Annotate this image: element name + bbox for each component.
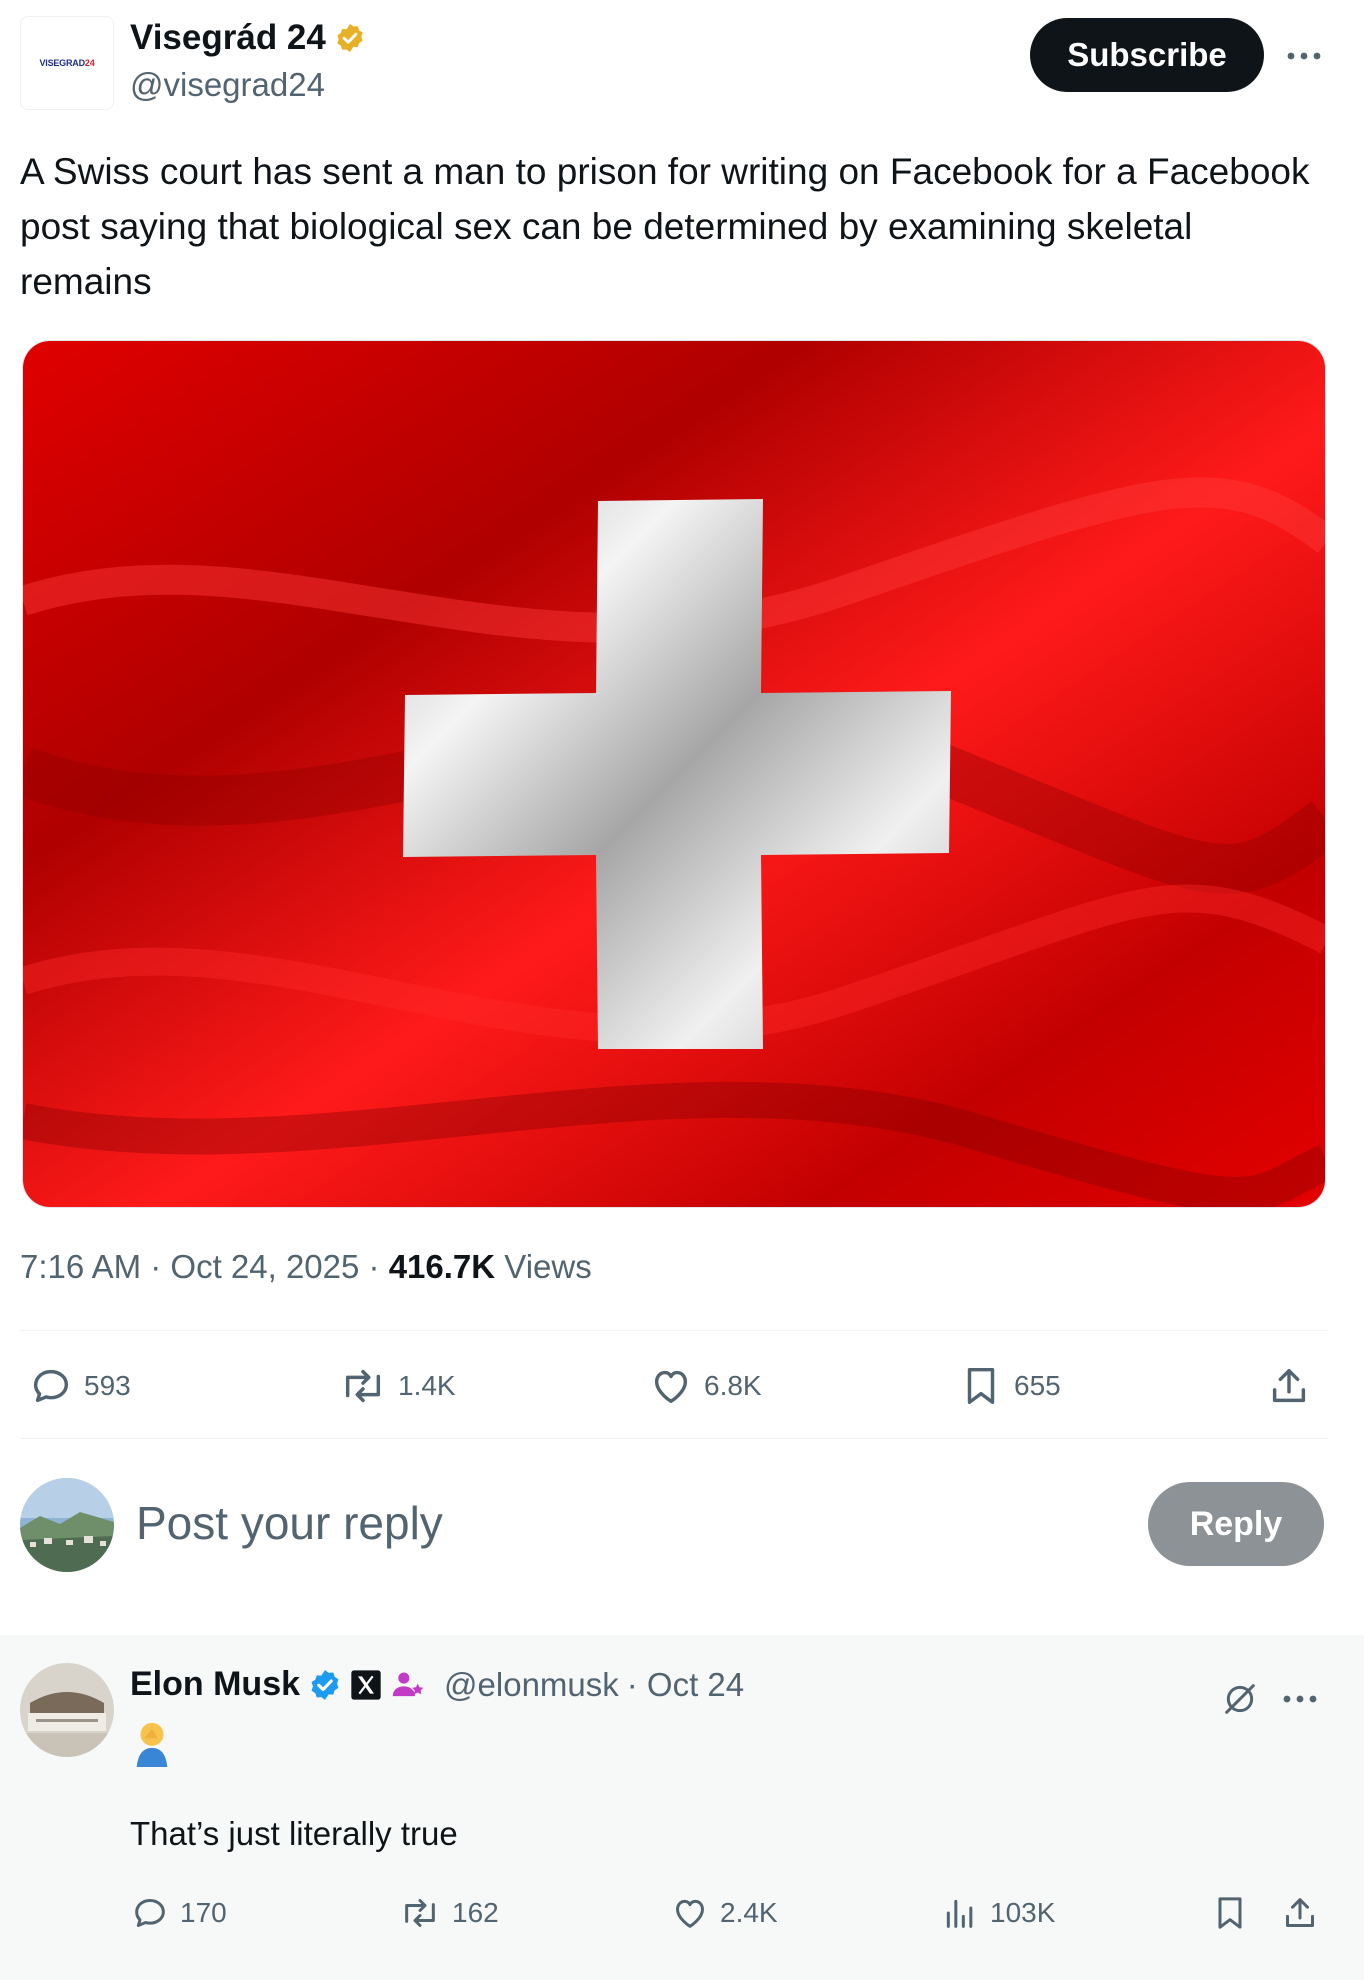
elon-avatar[interactable]: [20, 1663, 114, 1757]
like-count: 6.8K: [704, 1370, 762, 1401]
author-avatar[interactable]: VISEGRAD24: [20, 16, 114, 110]
avatar-logo-text: VISEGRAD24: [39, 58, 95, 68]
share-icon: [1272, 1368, 1306, 1403]
reply-views-action[interactable]: 103K: [940, 1885, 1055, 1941]
divider: [20, 1438, 1328, 1439]
like-action[interactable]: 6.8K: [648, 1350, 762, 1422]
reply-repost-count: 162: [452, 1897, 499, 1928]
share-icon: [1286, 1898, 1314, 1927]
post-text: A Swiss court has sent a man to prison f…: [20, 151, 1310, 302]
post-timestamp[interactable]: 7:16 AM · Oct 24, 2025 ·: [20, 1248, 389, 1285]
author-name-text[interactable]: Visegrád 24: [130, 18, 326, 58]
reply-share-action[interactable]: [1280, 1885, 1320, 1941]
reply-bookmark-action[interactable]: [1210, 1885, 1250, 1941]
repost-icon: [405, 1899, 435, 1927]
reply-author-name[interactable]: Elon Musk: [130, 1665, 300, 1704]
reply-icon: [135, 1899, 165, 1927]
like-icon: [654, 1370, 688, 1404]
subscribe-button[interactable]: Subscribe: [1030, 18, 1264, 92]
reply-icon: [33, 1369, 69, 1403]
reply-reply-count: 170: [180, 1897, 227, 1928]
author-handle[interactable]: @visegrad24: [130, 66, 325, 104]
user-avatar[interactable]: [20, 1478, 114, 1572]
bookmark-icon: [967, 1367, 995, 1405]
like-icon: [676, 1899, 704, 1928]
x-logo-icon[interactable]: [350, 1669, 382, 1701]
reply-input[interactable]: Post your reply: [136, 1496, 443, 1550]
author-name[interactable]: Visegrád 24: [130, 18, 366, 58]
subscriber-badge-icon: [392, 1672, 424, 1696]
bookmark-action[interactable]: 655: [958, 1350, 1061, 1422]
grok-icon[interactable]: [1220, 1679, 1260, 1719]
post-actions: 593 1.4K 6.8K 655: [20, 1350, 1330, 1422]
repost-action[interactable]: 1.4K: [338, 1350, 456, 1422]
share-action[interactable]: [1266, 1350, 1312, 1422]
repost-count: 1.4K: [398, 1370, 456, 1401]
reply-date[interactable]: · Oct 24: [627, 1666, 744, 1704]
reply-reply-action[interactable]: 170: [130, 1885, 227, 1941]
reply-more-icon[interactable]: [1282, 1679, 1318, 1719]
facepalm-emoji: [136, 1722, 168, 1767]
reply-text: That’s just literally true: [130, 1815, 458, 1852]
reply-count: 593: [84, 1370, 131, 1401]
reply-like-count: 2.4K: [720, 1897, 778, 1928]
divider: [20, 1330, 1328, 1331]
main-post: VISEGRAD24 Visegrád 24 @visegrad24 Subsc…: [0, 0, 1364, 1635]
bookmark-count: 655: [1014, 1370, 1061, 1401]
views-label: Views: [495, 1248, 592, 1285]
bookmark-icon: [1218, 1897, 1242, 1929]
post-image-swiss-flag[interactable]: [22, 340, 1326, 1208]
verified-blue-icon: [311, 1669, 339, 1700]
views-count: 416.7K: [388, 1248, 496, 1285]
post-meta: 7:16 AM · Oct 24, 2025 · 416.7K Views: [20, 1248, 592, 1286]
reply-action[interactable]: 593: [28, 1350, 131, 1422]
reply-card[interactable]: Elon Musk @elonmusk · Oct 24 That’s just…: [0, 1635, 1364, 1980]
verified-gold-icon: [337, 24, 363, 52]
reply-repost-action[interactable]: 162: [398, 1885, 499, 1941]
reply-like-action[interactable]: 2.4K: [670, 1885, 778, 1941]
views-icon: [946, 1899, 973, 1928]
reply-views-count: 103K: [990, 1897, 1056, 1928]
reply-actions: 170 162 2.4K 103K: [130, 1885, 1330, 1941]
reply-header: Elon Musk @elonmusk · Oct 24: [130, 1665, 744, 1704]
repost-icon: [345, 1369, 381, 1403]
more-icon[interactable]: [1282, 36, 1326, 76]
reply-button[interactable]: Reply: [1148, 1482, 1324, 1566]
reply-author-handle[interactable]: @elonmusk: [444, 1666, 619, 1704]
